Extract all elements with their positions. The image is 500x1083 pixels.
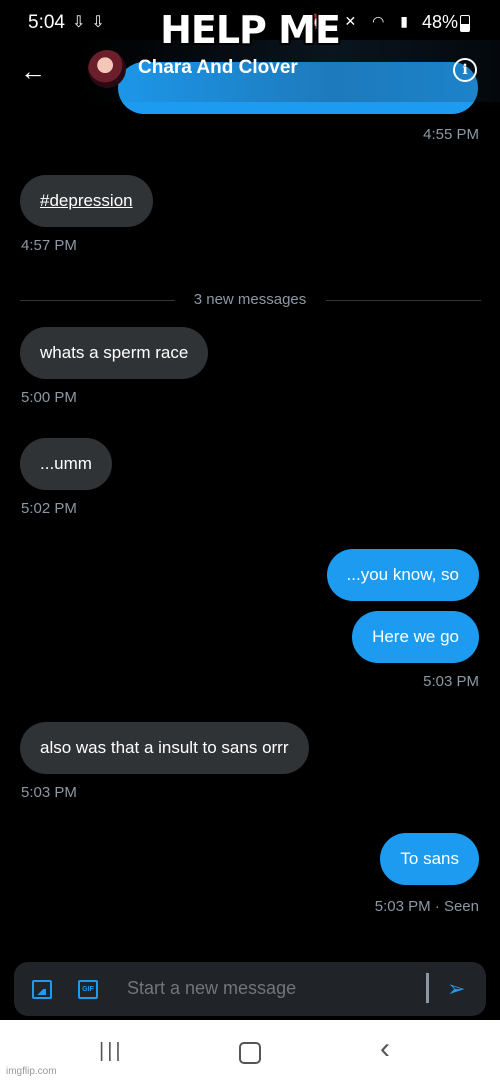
message-input[interactable]: Start a new message: [127, 978, 296, 999]
send-icon[interactable]: ➢: [447, 976, 465, 1002]
avatar[interactable]: [88, 50, 126, 88]
back-icon[interactable]: ‹: [380, 1032, 390, 1066]
system-nav-bar: ||| ‹: [0, 1020, 500, 1083]
text-caret: [426, 973, 429, 1003]
message-timestamp: 5:02 PM: [21, 500, 77, 517]
gif-icon[interactable]: GIF: [78, 980, 98, 999]
meme-caption: HELP ME: [160, 8, 341, 52]
received-message-bubble[interactable]: also was that a insult to sans orrr: [20, 722, 309, 774]
received-message-bubble[interactable]: whats a sperm race: [20, 327, 209, 379]
received-message-bubble[interactable]: ...umm: [20, 438, 112, 490]
divider-line: [326, 300, 481, 301]
message-timestamp: 5:00 PM: [21, 389, 77, 406]
info-icon[interactable]: i: [453, 58, 477, 82]
sent-message-bubble[interactable]: To sans: [380, 833, 479, 885]
message-timestamp: 4:55 PM: [423, 126, 479, 143]
message-composer: GIF Start a new message ➢: [14, 962, 486, 1016]
recent-apps-icon[interactable]: |||: [99, 1040, 124, 1063]
watermark: imgflip.com: [6, 1066, 57, 1077]
back-arrow-icon[interactable]: ←: [20, 56, 46, 87]
contact-name[interactable]: Chara And Clover: [138, 57, 298, 79]
sent-message-bubble[interactable]: Here we go: [352, 611, 479, 663]
received-message-bubble[interactable]: #depression: [20, 175, 153, 227]
image-icon[interactable]: [32, 980, 52, 999]
hashtag-link[interactable]: #depression: [40, 191, 133, 210]
sent-message-bubble[interactable]: ...you know, so: [326, 549, 479, 601]
message-timestamp: 5:03 PM: [21, 784, 77, 801]
message-timestamp: 4:57 PM: [21, 237, 77, 254]
message-timestamp: 5:03 PM: [423, 673, 479, 690]
seen-status: 5:03 PM · Seen: [374, 898, 479, 915]
home-icon[interactable]: [239, 1042, 261, 1064]
